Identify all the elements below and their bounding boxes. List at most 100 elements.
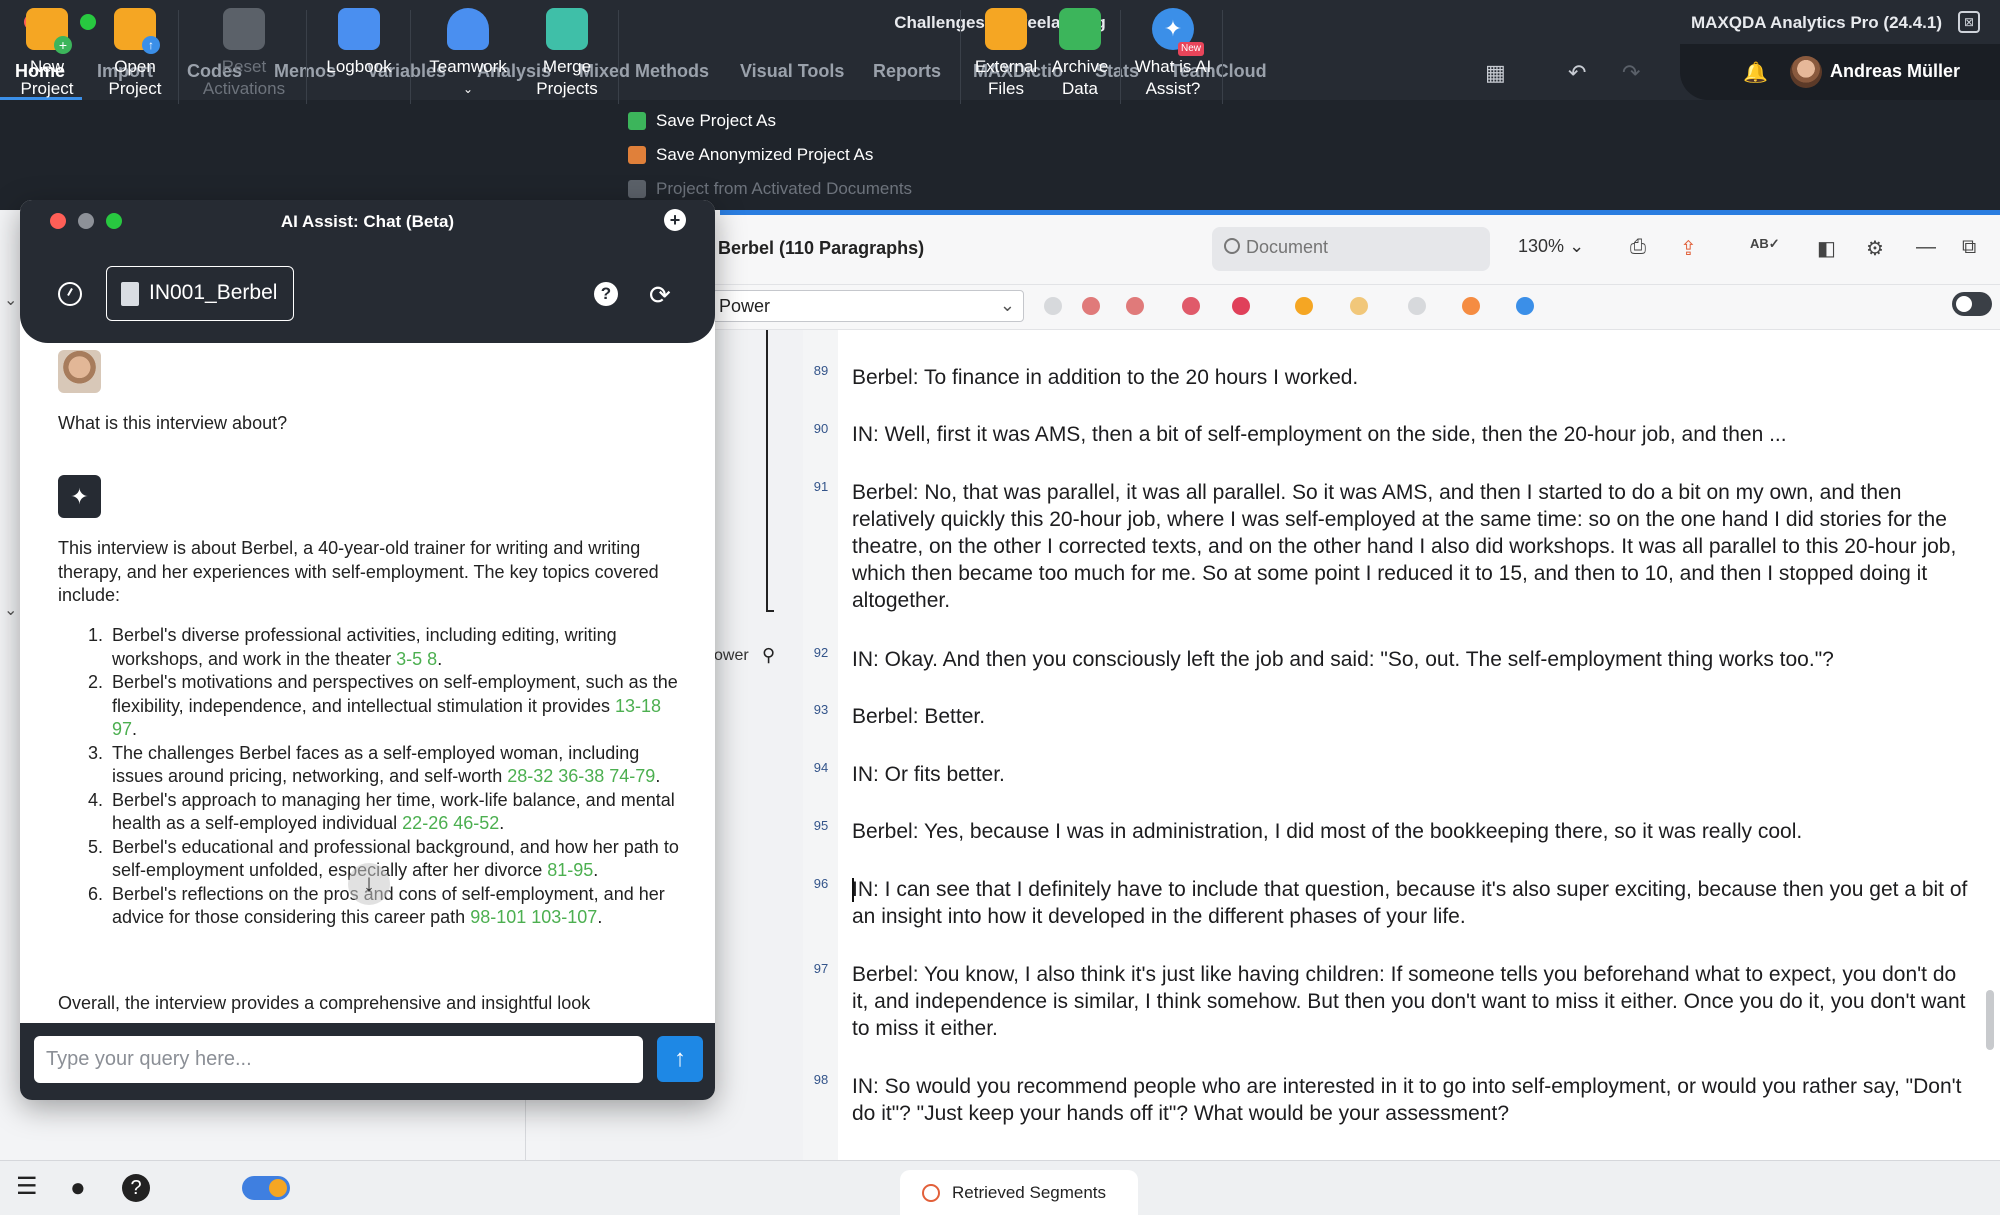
code-marker-icon[interactable] [1044,297,1062,315]
zoom-select[interactable]: 130% ⌄ [1518,236,1584,257]
save-project-as-button[interactable]: Save Project As [628,111,776,131]
project-from-activated-button[interactable]: Project from Activated Documents [628,179,912,199]
paragraph-number: 90 [813,421,829,436]
list-item-end: . [437,648,443,669]
tab-visual-tools[interactable]: Visual Tools [740,61,844,82]
help-icon[interactable]: ? [122,1174,150,1202]
code-memo-icon[interactable] [1350,297,1368,315]
list-item-text: Berbel's motivations and perspectives on… [112,672,678,716]
what-is-ai-assist-button[interactable]: ✦ New What is AI Assist? [1124,8,1222,100]
paragraph[interactable]: Berbel: Yes, because I was in administra… [852,818,1972,845]
user-name[interactable]: Andreas Müller [1830,61,1960,82]
undo-icon[interactable]: ↶ [1568,60,1586,86]
scroll-down-arrow-icon[interactable]: ↓ [348,863,390,905]
code-highlight-icon[interactable] [1182,297,1200,315]
chat-bubble-icon[interactable]: ● [70,1172,86,1203]
segment-reference-link[interactable]: 81-95 [547,860,593,880]
comment-icon[interactable] [1462,297,1480,315]
code-color-icon[interactable] [1232,297,1250,315]
segment-reference-link[interactable]: 28-32 36-38 74-79 [507,766,655,786]
logbook-label: Logbook [326,57,392,76]
segment-reference-link[interactable]: 22-26 46-52 [402,813,499,833]
undock-icon[interactable]: ⧉ [1962,236,1976,259]
paragraph[interactable]: IN: Okay. And then you consciously left … [852,646,1972,673]
list-item-end: . [499,813,505,833]
query-input[interactable] [34,1036,643,1083]
teamwork-button[interactable]: Teamwork ⌄ [416,8,520,100]
coding-stripe-end [766,610,774,612]
document-search[interactable] [1212,227,1490,271]
list-item: 2. Berbel's motivations and perspectives … [58,671,683,742]
paragraph[interactable]: Berbel: Better. [852,703,1972,730]
text-cursor [852,878,854,902]
paragraph-number: 98 [813,1072,829,1087]
export-icon[interactable]: ⇪ [1680,236,1697,261]
ai-mode-toggle[interactable] [242,1176,290,1200]
segment-reference-link[interactable]: 3-5 8 [396,649,437,669]
external-files-button[interactable]: External Files [966,8,1046,100]
collapse-chevron-icon[interactable]: ⌄ [4,600,17,620]
new-badge: New [1177,42,1204,56]
emoticode-icon[interactable] [1295,297,1313,315]
list-number: 6. [88,883,104,904]
paragraph-number: 91 [813,479,829,494]
merge-projects-button[interactable]: Merge Projects [520,8,614,100]
new-chat-icon[interactable]: + [664,209,686,231]
save-anonymized-button[interactable]: Save Anonymized Project As [628,145,873,165]
code-pin-icon[interactable]: ⚲ [762,645,775,666]
collapse-chevron-icon[interactable]: ⌄ [4,290,17,310]
sliders-icon[interactable]: ☰ [16,1172,38,1201]
paragraph[interactable]: IN: Well, first it was AMS, then a bit o… [852,421,1972,448]
notification-bell-icon[interactable]: 🔔 [1743,60,1768,85]
code-recent-icon[interactable] [1126,297,1144,315]
teamwork-people-icon [447,8,489,50]
ai-response-summary: Overall, the interview provides a compre… [58,993,591,1013]
open-project-label: Open Project [108,57,162,98]
project-from-activated-label: Project from Activated Documents [656,179,913,198]
paragraph[interactable]: Berbel: No, that was parallel, it was al… [852,479,1972,614]
user-avatar[interactable] [1790,56,1822,88]
print-icon[interactable]: ⎙ [1630,236,1646,259]
retrieved-segments-label: Retrieved Segments [952,1183,1107,1202]
logbook-button[interactable]: Logbook [314,8,404,78]
minimize-pane-icon[interactable]: — [1916,236,1936,259]
segment-reference-link[interactable]: 98-101 103-107 [470,907,597,927]
document-scrollbar[interactable] [1986,990,1994,1050]
link-icon[interactable] [1408,297,1426,315]
coding-stripe[interactable] [766,330,768,612]
send-arrow-icon[interactable]: ↑ [657,1036,703,1082]
reset-activations-button[interactable]: Reset Activations [185,8,303,100]
document-search-input[interactable] [1246,237,1476,258]
anonymize-icon [628,146,646,164]
chat-messages[interactable]: What is this interview about? ✦ This int… [20,343,715,1023]
edit-mode-toggle[interactable] [1952,292,1992,316]
retrieved-segments-tab[interactable]: Retrieved Segments [900,1170,1138,1215]
tab-reports[interactable]: Reports [873,61,941,82]
refresh-icon[interactable]: ⟳ [649,280,671,311]
ai-response-intro: This interview is about Berbel, a 40-yea… [58,538,659,605]
paragraph[interactable]: IN: So would you recommend people who ar… [852,1073,1972,1127]
split-view-icon[interactable]: ◧ [1817,236,1836,261]
new-project-button[interactable]: + New Project [4,8,90,100]
history-clock-icon[interactable] [58,282,82,306]
redo-icon[interactable]: ↷ [1622,60,1640,86]
paragraph[interactable]: IN: I can see that I definitely have to … [852,876,1972,930]
settings-gear-icon[interactable]: ⚙ [1866,236,1884,261]
calculator-icon[interactable]: ▦ [1485,60,1506,86]
paragraph[interactable]: Berbel: You know, I also think it's just… [852,961,1972,1042]
paragraph[interactable]: IN: Or fits better. [852,761,1972,788]
open-project-button[interactable]: ↑ Open Project [92,8,178,100]
app-name: MAXQDA Analytics Pro (24.4.1) [1691,13,1942,32]
archive-data-button[interactable]: Archive Data [1042,8,1118,100]
code-new-icon[interactable] [1082,297,1100,315]
spellcheck-icon[interactable]: AB✓ [1750,236,1780,252]
chat-title: AI Assist: Chat (Beta) [280,212,455,231]
paragraph[interactable]: Berbel: To finance in addition to the 20… [852,364,1972,391]
paragraph-number: 89 [813,363,829,378]
ai-coding-icon[interactable] [1516,297,1534,315]
code-select[interactable]: Power ⌄ [712,290,1024,322]
ribbon-divider [1120,10,1121,104]
help-icon[interactable]: ? [594,282,618,306]
document-chip[interactable]: IN001_Berbel [106,266,294,321]
code-select-value: Power [719,296,771,316]
